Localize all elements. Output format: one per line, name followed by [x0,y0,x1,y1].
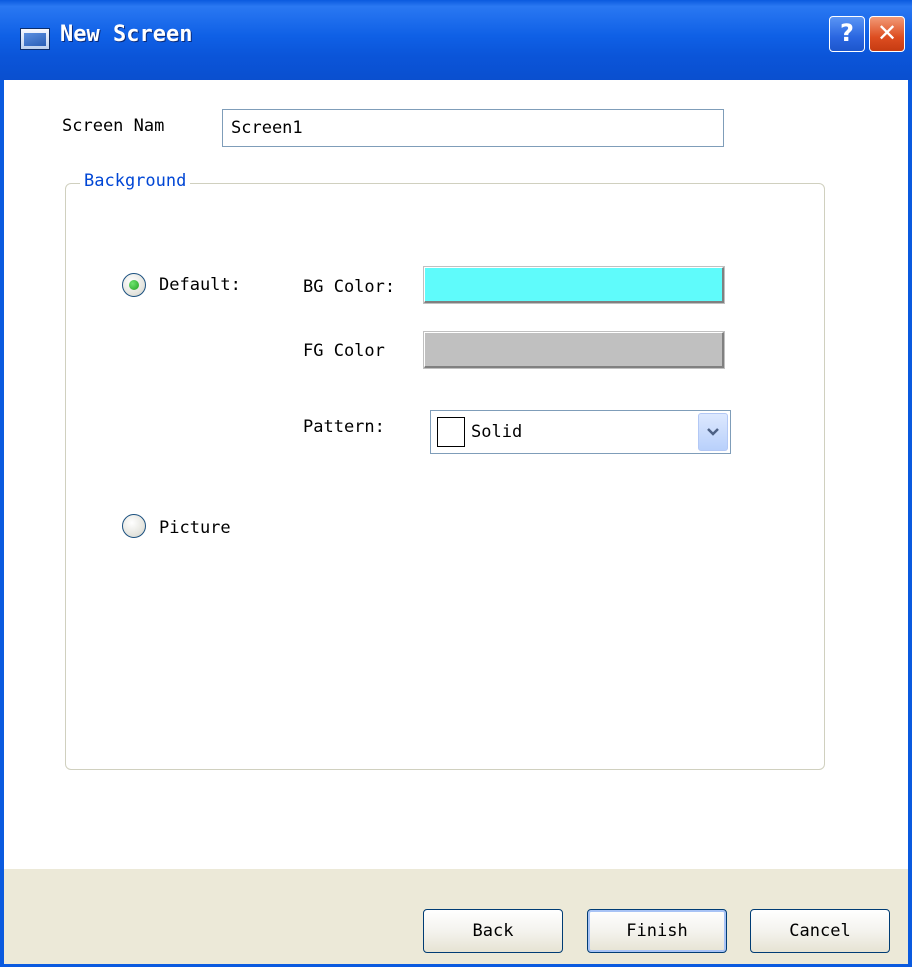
fg-color-label: FG Color [303,341,385,361]
bg-color-label: BG Color: [303,277,396,297]
new-screen-dialog: New Screen ? ✕ Screen Nam Screen1 Backgr… [0,0,912,967]
pattern-label: Pattern: [303,417,385,437]
pattern-dropdown[interactable]: Solid [430,410,731,454]
bg-color-button[interactable] [424,267,724,303]
pattern-selected-value: Solid [471,422,523,442]
chevron-down-icon[interactable] [698,413,728,451]
picture-radio[interactable] [122,514,146,538]
picture-radio-label[interactable]: Picture [159,518,231,538]
background-group-legend: Background [80,171,191,191]
back-button[interactable]: Back [423,909,563,953]
finish-button[interactable]: Finish [587,909,727,953]
help-button[interactable]: ? [829,16,865,52]
screen-name-input[interactable]: Screen1 [222,109,724,147]
fg-color-button[interactable] [424,332,724,368]
cancel-button[interactable]: Cancel [750,909,890,953]
window-title: New Screen [60,22,193,47]
screen-name-label: Screen Nam [62,116,165,136]
window-app-icon [20,28,50,50]
title-bar[interactable]: New Screen ? ✕ [0,0,912,80]
dialog-footer: Back Finish Cancel [4,868,908,964]
radio-selected-dot [129,280,139,290]
default-radio[interactable] [122,273,146,297]
pattern-preview-swatch [437,417,465,447]
default-radio-label[interactable]: Default: [159,275,241,295]
close-button[interactable]: ✕ [869,16,905,52]
